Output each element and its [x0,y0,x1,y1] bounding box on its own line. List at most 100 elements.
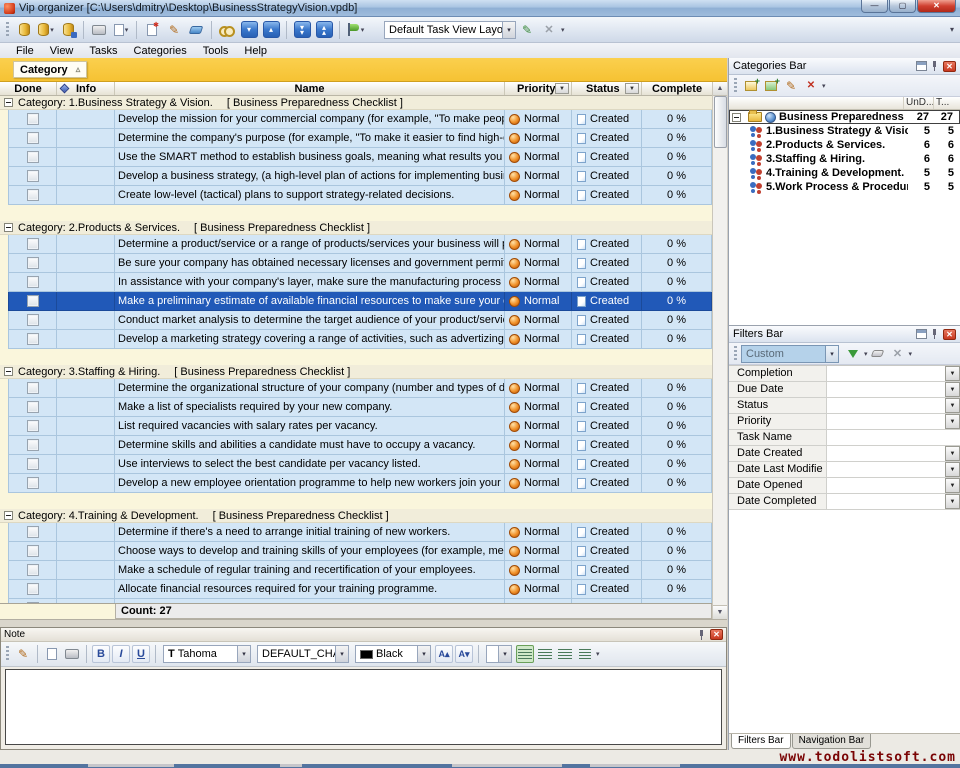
category-group-header[interactable]: Category: 4.Training & Development. [ Bu… [0,509,712,523]
column-header-status[interactable]: Status▼ [572,82,642,95]
column-header-name[interactable]: Name [115,82,505,95]
done-checkbox[interactable] [27,257,39,269]
layout-combo-arrow[interactable]: ▾ [502,22,515,38]
move-up-button[interactable]: ▴ [261,20,281,40]
tree-category-item[interactable]: 2.Products & Services. 6 6 [729,138,960,152]
align-right-button[interactable] [556,645,574,663]
task-row[interactable]: Determine a product/service or a range o… [8,235,712,254]
bullet-list-button[interactable] [576,645,594,663]
filter-field-value[interactable] [827,462,945,477]
new-tasklist-button[interactable] [743,79,759,93]
column-header-done[interactable]: Done [0,82,57,95]
filter-preset-arrow[interactable]: ▾ [825,346,838,362]
print-preview-button[interactable]: ▾ [111,20,131,40]
edit-category-button[interactable]: ✎ [783,79,799,93]
task-row[interactable]: Make a preliminary estimate of available… [8,292,712,311]
zoom-combo[interactable]: ▾ [486,645,512,663]
maximize-button[interactable]: ▢ [889,0,916,13]
menu-item-file[interactable]: File [8,45,42,57]
task-row[interactable]: Develop a business strategy, (a high-lev… [8,167,712,186]
task-row[interactable]: Develop the mission for your commercial … [8,110,712,129]
delete-filter-button[interactable]: ✕ [890,347,906,361]
clear-filter-button[interactable] [870,347,886,361]
filter-field-dropdown[interactable]: ▼ [945,398,960,413]
customize-layout-button[interactable]: ✎ [517,20,537,40]
done-checkbox[interactable] [27,420,39,432]
filter-field-dropdown[interactable]: ▼ [945,414,960,429]
color-combo-arrow[interactable]: ▾ [417,646,430,662]
collapse-icon[interactable] [4,367,13,376]
filter-field-dropdown[interactable]: ▼ [945,382,960,397]
done-checkbox[interactable] [27,526,39,538]
delete-category-button[interactable]: ✕ [803,79,819,93]
print-button[interactable] [89,20,109,40]
filter-field-dropdown[interactable]: ▼ [945,478,960,493]
edit-task-button[interactable]: ✎ [164,20,184,40]
font-combo-arrow[interactable]: ▾ [237,646,250,662]
align-left-button[interactable] [516,645,534,663]
notification-button[interactable]: ▾ [345,20,365,40]
filter-field-value[interactable] [827,478,945,493]
done-checkbox[interactable] [27,564,39,576]
done-checkbox[interactable] [27,314,39,326]
color-combo[interactable]: Black ▾ [355,645,431,663]
filter-field-dropdown[interactable]: ▼ [945,462,960,477]
done-checkbox[interactable] [27,333,39,345]
zoom-combo-arrow[interactable]: ▾ [498,646,511,662]
scrollbar-thumb[interactable] [714,96,727,148]
task-row[interactable]: Determine if there's a need to arrange i… [8,523,712,542]
task-row[interactable]: List required vacancies with salary rate… [8,417,712,436]
undone-column-header[interactable]: UnD... [904,97,934,109]
total-column-header[interactable]: T... [934,97,960,109]
collapse-icon[interactable] [4,511,13,520]
filter-field-value[interactable] [827,366,945,381]
menu-item-tasks[interactable]: Tasks [81,45,125,57]
note-close-button[interactable]: ✕ [710,629,723,640]
delete-layout-button[interactable]: ✕ [539,20,559,40]
tab-navigation-bar[interactable]: Navigation Bar [792,734,872,749]
status-filter-button[interactable]: ▼ [625,83,639,94]
menu-item-categories[interactable]: Categories [126,45,195,57]
increase-font-button[interactable]: A▴ [435,645,453,663]
done-checkbox[interactable] [27,132,39,144]
collapse-icon[interactable] [4,98,13,107]
task-row[interactable]: Choose ways to develop and training skil… [8,542,712,561]
tree-root-item[interactable]: Business Preparedness Checkli 27 27 [729,110,960,124]
note-insert-button[interactable] [43,645,61,663]
note-save-button[interactable]: ✎ [14,645,32,663]
view-button[interactable] [217,20,237,40]
column-header-info[interactable]: Info [57,82,115,95]
task-row[interactable]: Develop a new employee orientation progr… [8,474,712,493]
restore-icon[interactable] [916,61,927,71]
done-checkbox[interactable] [27,276,39,288]
open-database-button[interactable]: ▾ [36,20,56,40]
categories-close-button[interactable]: ✕ [943,61,956,72]
done-checkbox[interactable] [27,113,39,125]
scroll-down-arrow[interactable]: ▼ [713,605,727,619]
note-text-area[interactable] [5,669,722,745]
task-row[interactable]: Develop a marketing strategy covering a … [8,330,712,349]
move-down-button[interactable]: ▾ [239,20,259,40]
tree-category-item[interactable]: 5.Work Process & Procedures. 5 5 [729,180,960,194]
restore-icon[interactable] [916,329,927,339]
task-row[interactable]: Be sure your company has obtained necess… [8,254,712,273]
done-checkbox[interactable] [27,439,39,451]
column-header-priority[interactable]: Priority▼ [505,82,572,95]
done-checkbox[interactable] [27,151,39,163]
column-header-complete[interactable]: Complete [642,82,712,95]
filters-close-button[interactable]: ✕ [943,329,956,340]
align-center-button[interactable] [536,645,554,663]
note-template-button[interactable] [63,645,81,663]
close-button[interactable]: ✕ [917,0,956,13]
filter-field-value[interactable] [827,398,945,413]
menu-item-view[interactable]: View [42,45,82,57]
tree-category-item[interactable]: 1.Business Strategy & Vision. 5 5 [729,124,960,138]
done-checkbox[interactable] [27,295,39,307]
filter-field-value[interactable] [827,494,945,509]
new-task-button[interactable] [142,20,162,40]
move-to-bottom-button[interactable]: ▾▾ [292,20,312,40]
filter-field-value[interactable] [827,382,945,397]
task-row[interactable]: Use the SMART method to establish busine… [8,148,712,167]
task-row[interactable]: Conduct market analysis to determine the… [8,311,712,330]
task-row[interactable]: In assistance with your company's layer,… [8,273,712,292]
